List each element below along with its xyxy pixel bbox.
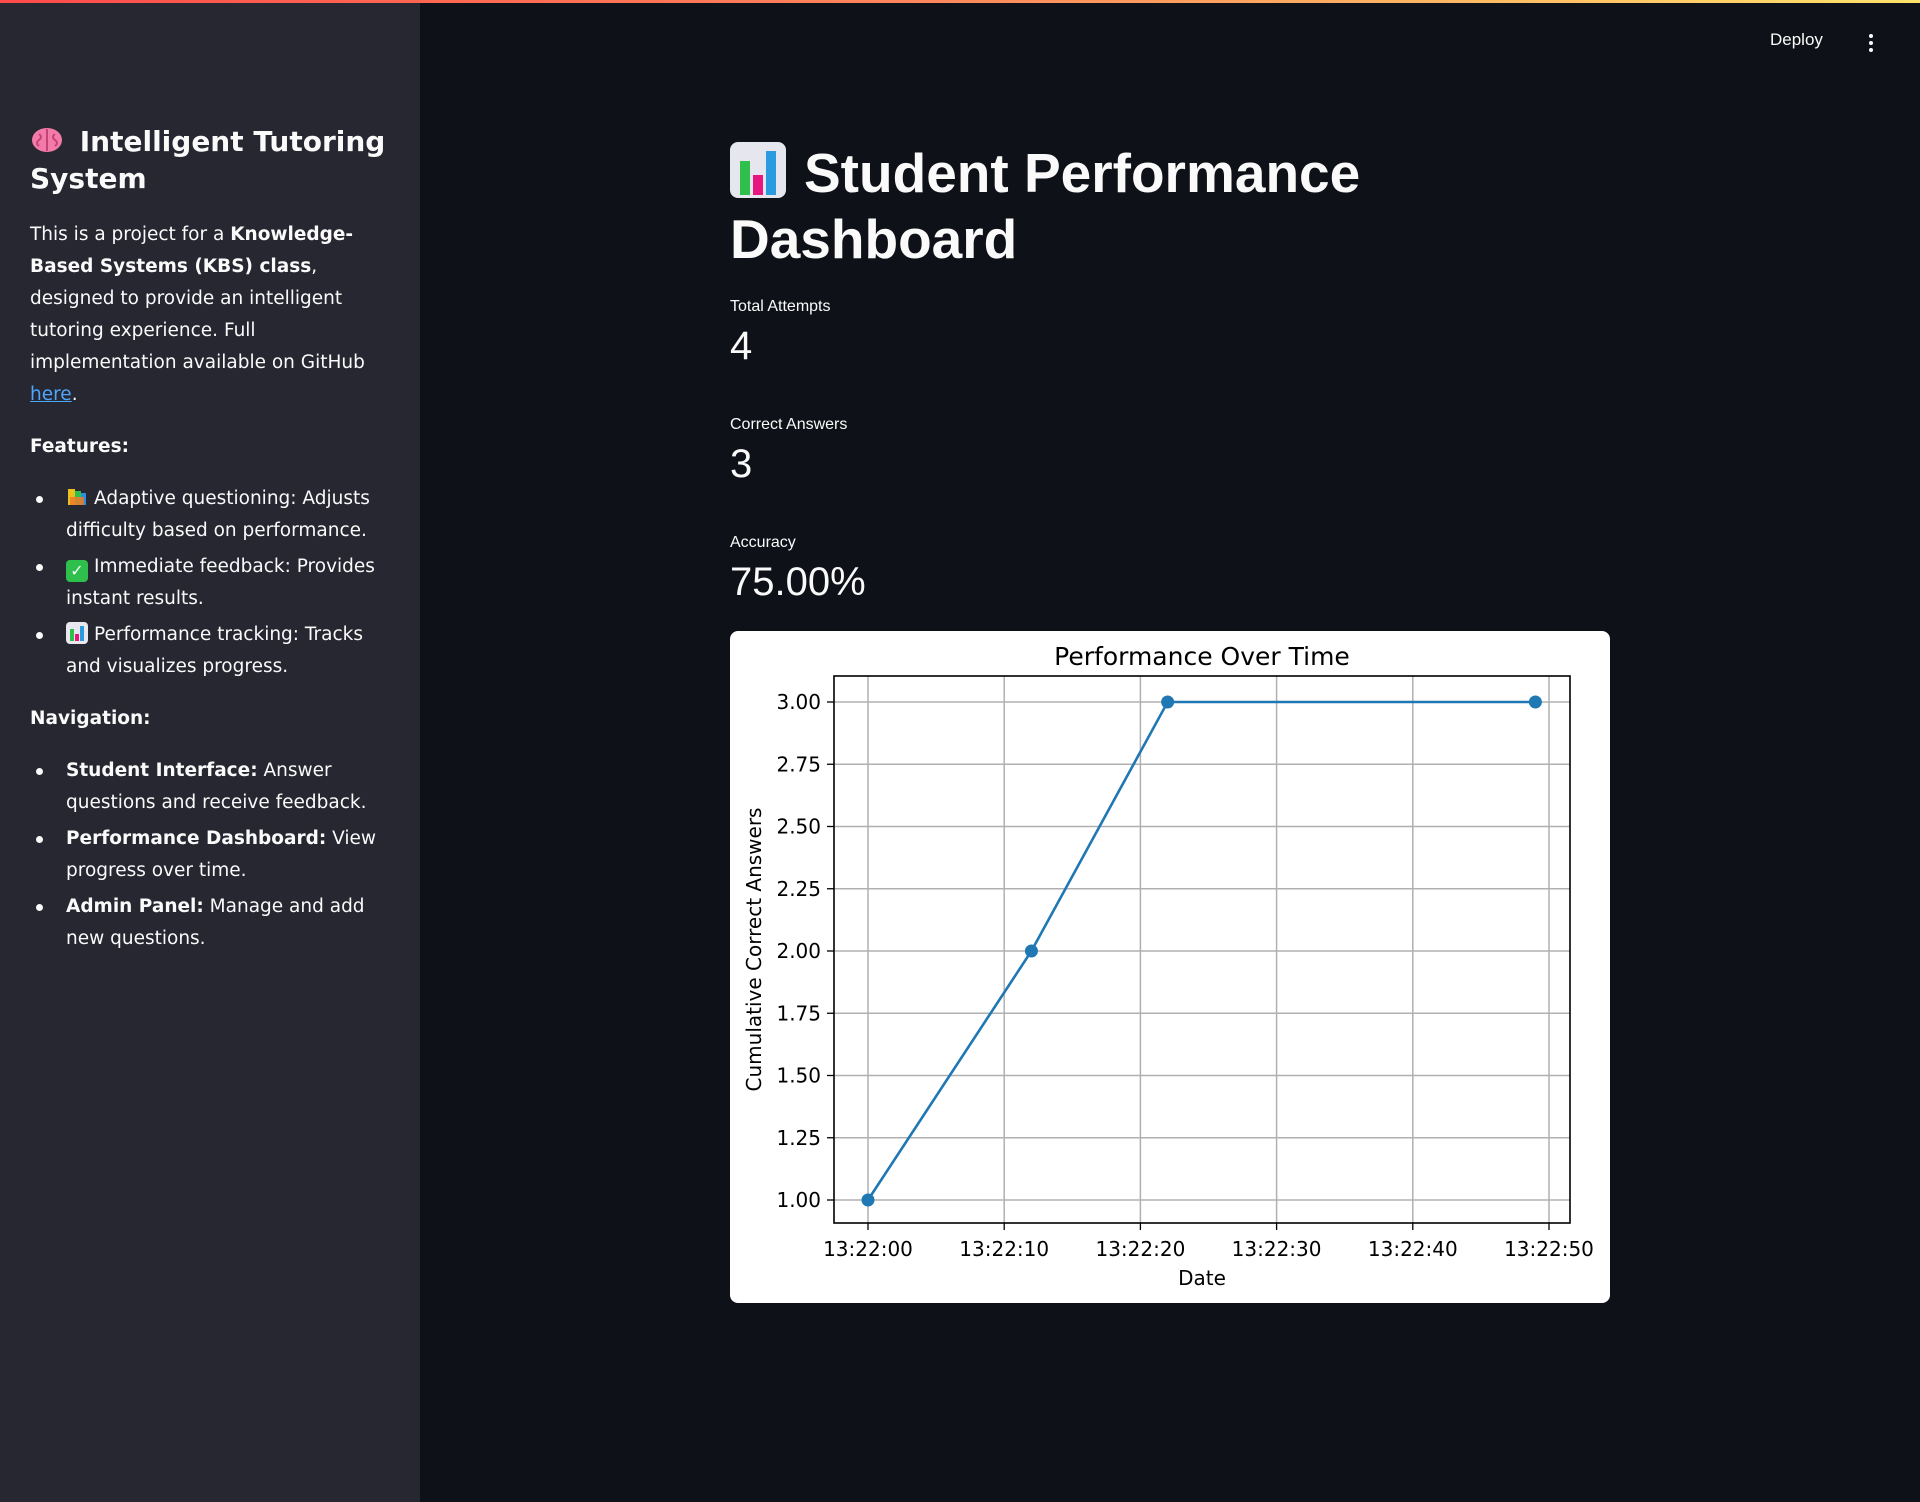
chart-title: Performance Over Time bbox=[1054, 642, 1350, 671]
metric-label: Accuracy bbox=[730, 534, 796, 551]
deploy-button[interactable]: Deploy bbox=[1770, 30, 1823, 50]
sidebar: Intelligent Tutoring System This is a pr… bbox=[0, 3, 420, 1502]
y-tick-label: 2.50 bbox=[776, 815, 821, 839]
y-tick-label: 1.50 bbox=[776, 1064, 821, 1088]
metric-accuracy: Accuracy 75.00% bbox=[730, 532, 1630, 610]
y-tick-label: 2.00 bbox=[776, 939, 821, 963]
list-item: Performance Dashboard: View progress ove… bbox=[30, 823, 390, 887]
features-heading: Features: bbox=[30, 436, 130, 457]
metric-total-attempts: Total Attempts 4 bbox=[730, 296, 1630, 374]
list-item: Performance tracking: Tracks and visuali… bbox=[30, 619, 390, 683]
x-tick-label: 13:22:20 bbox=[1095, 1237, 1185, 1261]
metric-label: Total Attempts bbox=[730, 298, 831, 315]
features-list: Adaptive questioning: Adjusts difficulty… bbox=[30, 483, 390, 683]
performance-chart: Performance Over Time 13:22:00 13:22:10 13:… bbox=[742, 642, 1594, 1290]
navigation-heading: Navigation: bbox=[30, 708, 151, 729]
y-tick-label: 2.25 bbox=[776, 877, 821, 901]
y-tick-label: 1.25 bbox=[776, 1126, 821, 1150]
check-icon: ✓ bbox=[66, 560, 88, 582]
x-tick-label: 13:22:50 bbox=[1504, 1237, 1594, 1261]
data-point bbox=[1024, 944, 1038, 958]
metric-value: 75.00% bbox=[730, 560, 866, 604]
page-title: Student Performance Dashboard bbox=[730, 140, 1630, 272]
x-tick-label: 13:22:30 bbox=[1232, 1237, 1322, 1261]
list-item: ✓ Immediate feedback: Provides instant re… bbox=[30, 551, 390, 615]
y-tick-label: 1.00 bbox=[776, 1188, 821, 1212]
y-tick-label: 3.00 bbox=[776, 690, 821, 714]
metric-label: Correct Answers bbox=[730, 416, 848, 433]
y-tick-label: 2.75 bbox=[776, 752, 821, 776]
navigation-list: Student Interface: Answer questions and … bbox=[30, 755, 390, 955]
bar-chart-icon bbox=[66, 622, 88, 644]
x-axis-label: Date bbox=[1178, 1266, 1226, 1290]
github-link[interactable]: here bbox=[30, 384, 72, 405]
brain-icon bbox=[30, 125, 74, 158]
data-point bbox=[1528, 695, 1542, 709]
metric-correct-answers: Correct Answers 3 bbox=[730, 414, 1630, 492]
list-item: Student Interface: Answer questions and … bbox=[30, 755, 390, 819]
x-tick-label: 13:22:00 bbox=[823, 1237, 913, 1261]
sidebar-title: Intelligent Tutoring System bbox=[30, 123, 390, 197]
main-content: Student Performance Dashboard Total Atte… bbox=[730, 140, 1630, 610]
more-options-icon[interactable] bbox=[1864, 32, 1878, 54]
sidebar-title-text: Intelligent Tutoring System bbox=[30, 125, 386, 195]
plot-frame bbox=[833, 675, 1571, 1224]
sidebar-intro: This is a project for a Knowledge-Based … bbox=[30, 224, 365, 405]
performance-chart-card: Performance Over Time 13:22:00 13:22:10 13:… bbox=[730, 631, 1610, 1303]
list-item: Adaptive questioning: Adjusts difficulty… bbox=[30, 483, 390, 547]
y-tick-label: 1.75 bbox=[776, 1001, 821, 1025]
list-item: Admin Panel: Manage and add new question… bbox=[30, 891, 390, 955]
x-tick-label: 13:22:40 bbox=[1368, 1237, 1458, 1261]
data-point bbox=[1161, 695, 1175, 709]
page-title-text: Student Performance Dashboard bbox=[730, 142, 1361, 270]
bar-chart-icon bbox=[730, 142, 786, 198]
data-point bbox=[861, 1193, 875, 1207]
x-tick-label: 13:22:10 bbox=[959, 1237, 1049, 1261]
metric-value: 3 bbox=[730, 442, 753, 486]
metric-value: 4 bbox=[730, 324, 753, 368]
y-axis-label: Cumulative Correct Answers bbox=[742, 808, 766, 1092]
books-icon bbox=[66, 486, 88, 508]
